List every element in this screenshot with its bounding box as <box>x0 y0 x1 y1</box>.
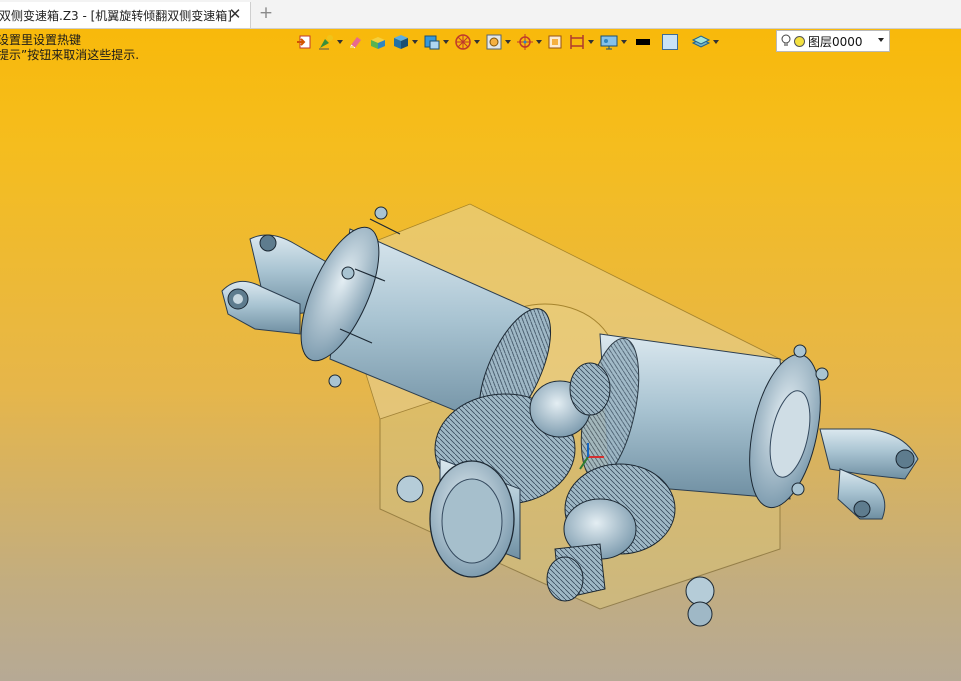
document-tab[interactable]: 双侧变速箱.Z3 - [机翼旋转倾翻双侧变速箱] ✕ <box>0 2 251 28</box>
graphics-viewport[interactable]: 设置里设置热键 提示”按钮来取消这些提示. 图层0000 <box>0 29 961 681</box>
document-tab-title: 双侧变速箱.Z3 - [机翼旋转倾翻双侧变速箱] <box>0 8 232 23</box>
close-icon[interactable]: ✕ <box>228 7 242 22</box>
tab-bar: 双侧变速箱.Z3 - [机翼旋转倾翻双侧变速箱] ✕ + <box>0 0 961 29</box>
new-tab-button[interactable]: + <box>258 5 274 22</box>
gearbox-3d-model[interactable] <box>0 29 961 681</box>
right-yoke <box>819 428 919 520</box>
